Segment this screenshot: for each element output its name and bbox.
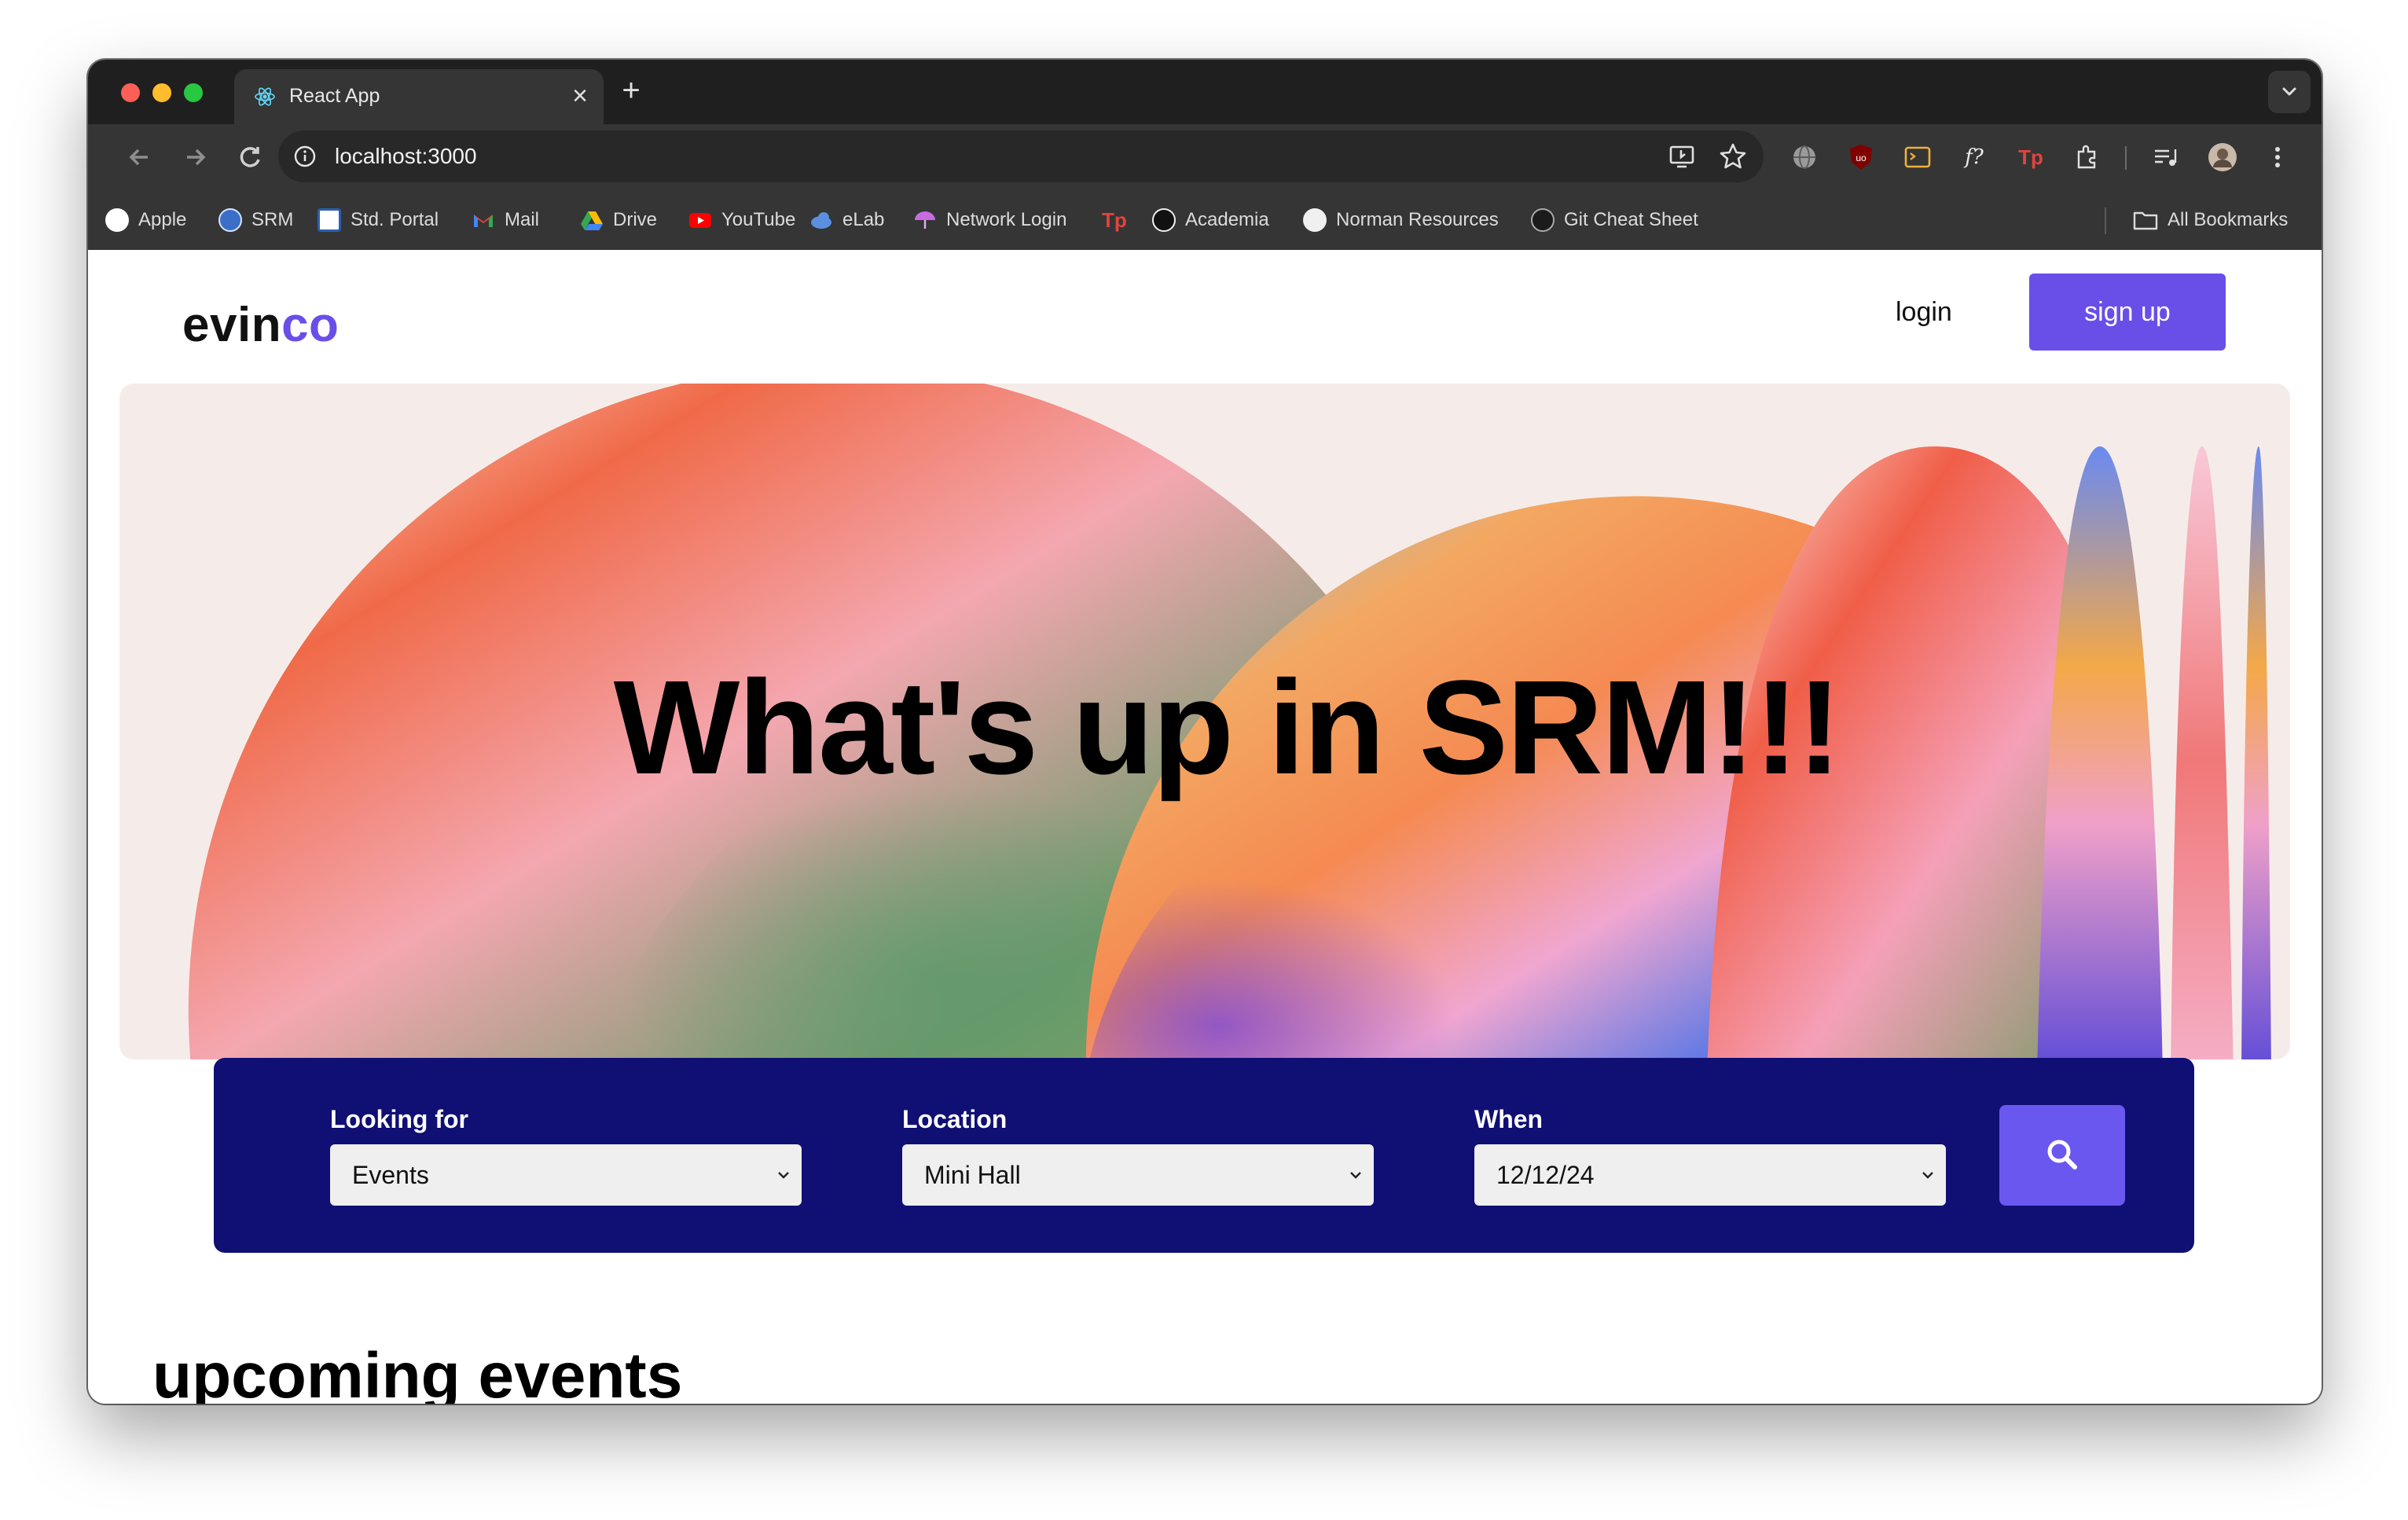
elab-icon xyxy=(811,212,831,229)
bookmark-git-cheat-sheet[interactable]: Git Cheat Sheet xyxy=(1531,206,1698,234)
hero-title: What's up in SRM!!! xyxy=(613,653,1841,802)
bookmark-norman-resources[interactable]: Norman Resources xyxy=(1303,206,1499,234)
bookmark-label: Norman Resources xyxy=(1336,209,1499,230)
drive-icon xyxy=(581,211,603,230)
bookmark-label: SRM xyxy=(251,209,294,230)
formula-icon[interactable]: f? xyxy=(1958,141,1990,173)
search-button[interactable] xyxy=(1999,1105,2125,1206)
academia-icon xyxy=(1152,208,1176,232)
bookmark-srm[interactable]: SRM xyxy=(218,206,293,234)
logo-main-text: evin xyxy=(182,298,282,352)
ublock-icon[interactable]: uo xyxy=(1845,141,1877,173)
upcoming-events-heading: upcoming events xyxy=(152,1340,683,1404)
bookmarks-bar: Apple SRM Std. Portal Mail Drive YouTube… xyxy=(88,190,2322,251)
more-menu-icon[interactable] xyxy=(2262,141,2293,173)
github-icon xyxy=(1531,208,1555,232)
search-icon xyxy=(2047,1140,2077,1169)
site-info-icon[interactable] xyxy=(292,144,318,169)
page-content: evinco login sign up What's up in SRM!!!… xyxy=(88,250,2322,1404)
bookmark-label: YouTube xyxy=(721,209,796,230)
address-bar[interactable]: localhost:3000 xyxy=(278,130,1764,182)
toolbar-divider xyxy=(2125,146,2127,170)
url-text: localhost:3000 xyxy=(335,144,477,168)
when-select[interactable]: 12/12/24 xyxy=(1474,1144,1946,1206)
new-tab-icon[interactable]: + xyxy=(613,72,649,108)
folder-icon xyxy=(2133,211,2158,230)
chevron-down-icon xyxy=(2282,87,2296,96)
tab-react-app[interactable]: React App × xyxy=(234,69,604,124)
all-bookmarks-label: All Bookmarks xyxy=(2168,209,2289,230)
back-icon[interactable] xyxy=(123,140,157,174)
tab-title: React App xyxy=(289,85,380,107)
bookmark-label: Apple xyxy=(138,209,187,230)
location-value: Mini Hall xyxy=(924,1160,1021,1189)
chevron-down-icon xyxy=(1922,1172,1933,1179)
media-controls-icon[interactable] xyxy=(2150,141,2182,173)
bookmark-label: Mail xyxy=(505,209,540,230)
bookmark-star-icon[interactable] xyxy=(1718,141,1748,171)
chevron-down-icon xyxy=(778,1172,789,1179)
portal-icon xyxy=(318,208,341,232)
bookmark-label: Network Login xyxy=(946,209,1067,230)
close-tab-icon[interactable]: × xyxy=(572,80,588,112)
all-bookmarks[interactable]: All Bookmarks xyxy=(2133,206,2288,234)
bookmark-label: Std. Portal xyxy=(351,209,439,230)
bookmark-network-login[interactable]: Network Login xyxy=(913,206,1066,234)
bookmark-std-portal[interactable]: Std. Portal xyxy=(318,206,439,234)
logo-accent-text: co xyxy=(281,298,340,352)
react-icon xyxy=(255,87,275,106)
svg-text:uo: uo xyxy=(1856,152,1867,163)
looking-for-label: Looking for xyxy=(330,1105,468,1133)
apple-icon xyxy=(105,208,129,232)
tab-strip: React App × + xyxy=(88,60,2322,124)
youtube-icon xyxy=(689,213,711,228)
reload-icon[interactable] xyxy=(233,140,267,174)
minimize-window-button[interactable] xyxy=(152,83,171,102)
when-value: 12/12/24 xyxy=(1496,1160,1595,1189)
gmail-icon xyxy=(474,215,493,227)
srm-icon xyxy=(218,208,242,232)
bookmark-academia[interactable]: Academia xyxy=(1152,206,1269,234)
chevron-down-icon xyxy=(1350,1172,1361,1179)
bookmarks-divider xyxy=(2105,207,2106,234)
bookmark-tp[interactable]: Tp xyxy=(1102,206,1127,234)
browser-window: React App × + localhost:3000 uo f? Tp Ap… xyxy=(88,60,2322,1404)
site-logo[interactable]: evinco xyxy=(182,297,339,353)
looking-for-value: Events xyxy=(352,1160,429,1189)
hero-banner: What's up in SRM!!! xyxy=(119,384,2290,1059)
umbrella-icon xyxy=(915,211,935,229)
close-window-button[interactable] xyxy=(121,83,140,102)
maximize-window-button[interactable] xyxy=(184,83,203,102)
terminal-icon[interactable] xyxy=(1902,141,1933,173)
location-select[interactable]: Mini Hall xyxy=(902,1144,1374,1206)
bookmark-mail[interactable]: Mail xyxy=(472,206,539,234)
extensions-puzzle-icon[interactable] xyxy=(2072,141,2103,173)
globe-icon[interactable] xyxy=(1789,141,1820,173)
tp-extension-icon[interactable]: Tp xyxy=(2015,141,2046,173)
bookmark-label: Academia xyxy=(1185,209,1269,230)
forward-icon[interactable] xyxy=(178,140,212,174)
looking-for-select[interactable]: Events xyxy=(330,1144,802,1206)
profile-avatar[interactable] xyxy=(2207,141,2238,173)
bookmark-label: eLab xyxy=(842,209,885,230)
bookmark-label: Git Cheat Sheet xyxy=(1564,209,1698,230)
location-label: Location xyxy=(902,1105,1008,1133)
bookmark-label: Drive xyxy=(613,209,658,230)
bookmark-youtube[interactable]: YouTube xyxy=(688,206,795,234)
toolbar: localhost:3000 uo f? Tp xyxy=(88,124,2322,190)
login-link[interactable]: login xyxy=(1896,297,1952,328)
bookmark-apple[interactable]: Apple xyxy=(105,206,186,234)
tab-search-button[interactable] xyxy=(2268,71,2311,113)
when-label: When xyxy=(1474,1105,1544,1133)
install-app-icon[interactable] xyxy=(1668,141,1698,171)
tp-icon: Tp xyxy=(1102,207,1127,232)
bookmark-elab[interactable]: eLab xyxy=(809,206,884,234)
signup-button[interactable]: sign up xyxy=(2029,274,2226,351)
search-panel: Looking for Events Location Mini Hall Wh… xyxy=(214,1058,2194,1253)
bookmark-drive[interactable]: Drive xyxy=(580,206,657,234)
github-icon xyxy=(1303,208,1327,232)
